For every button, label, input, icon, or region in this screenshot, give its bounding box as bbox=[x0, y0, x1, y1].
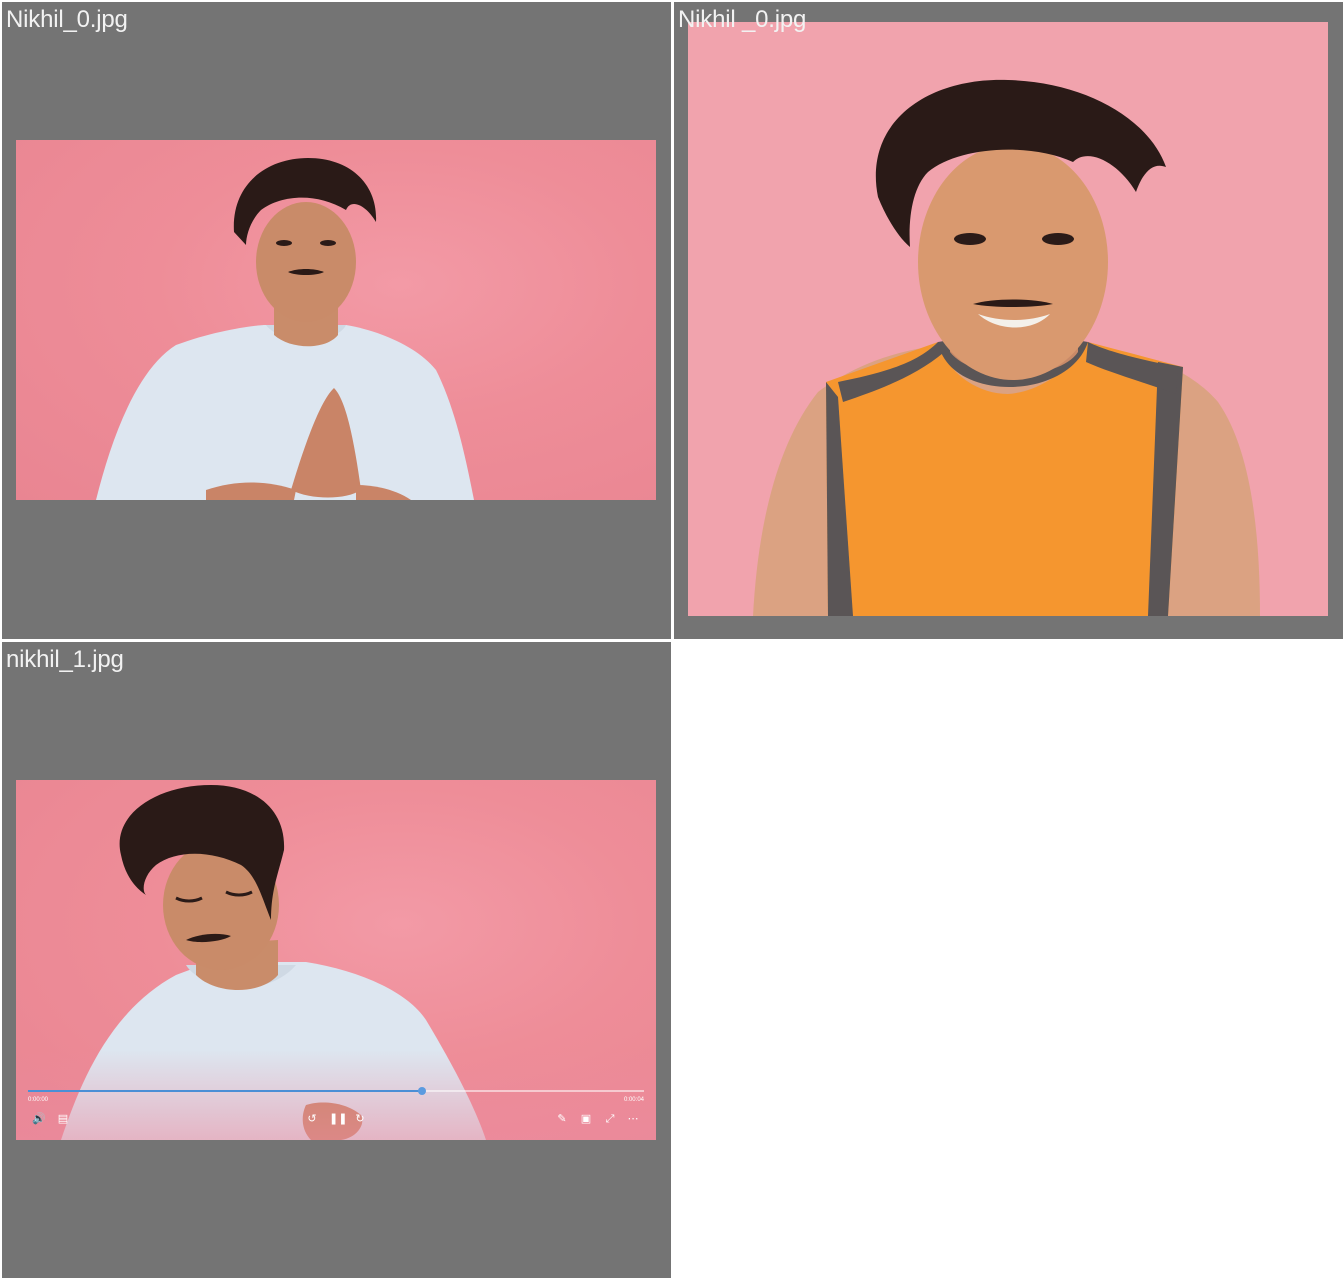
video-frame: 0:00:00 0:00:04 🔊 ▤ ↺ ❚❚ ↻ ✎ ▣ ⤢ ⋯ bbox=[16, 780, 656, 1140]
seek-bar-progress bbox=[28, 1090, 423, 1092]
forward-icon[interactable]: ↻ bbox=[353, 1112, 367, 1126]
captions-icon[interactable]: ▤ bbox=[56, 1112, 70, 1126]
fullscreen-icon[interactable]: ⤢ bbox=[603, 1112, 617, 1126]
total-time: 0:00:04 bbox=[623, 1097, 644, 1103]
image-caption: Nikhil _0.jpg bbox=[678, 6, 807, 33]
video-player-controls: 0:00:00 0:00:04 🔊 ▤ ↺ ❚❚ ↻ ✎ ▣ ⤢ ⋯ bbox=[16, 1050, 656, 1140]
more-icon[interactable]: ⋯ bbox=[626, 1112, 640, 1126]
photo-man-namaste bbox=[16, 140, 656, 500]
seek-bar[interactable] bbox=[28, 1087, 644, 1095]
person-illustration bbox=[753, 79, 1260, 616]
volume-icon[interactable]: 🔊 bbox=[32, 1112, 46, 1126]
photo-man-smiling bbox=[688, 22, 1328, 616]
pause-icon[interactable]: ❚❚ bbox=[329, 1112, 347, 1126]
image-tile-2[interactable]: Nikhil _0.jpg bbox=[674, 2, 1343, 639]
rewind-icon[interactable]: ↺ bbox=[305, 1112, 319, 1126]
edit-icon[interactable]: ✎ bbox=[555, 1112, 569, 1126]
current-time: 0:00:00 bbox=[28, 1097, 49, 1103]
person-illustration bbox=[96, 158, 474, 500]
image-caption: Nikhil_0.jpg bbox=[6, 6, 128, 33]
image-tile-3[interactable]: nikhil_1.jpg 0:00:00 0:00:04 🔊 ▤ ↺ ❚❚ ↻ … bbox=[2, 642, 671, 1278]
miniplayer-icon[interactable]: ▣ bbox=[579, 1112, 593, 1126]
seek-bar-handle[interactable] bbox=[418, 1087, 427, 1095]
image-tile-1[interactable]: Nikhil_0.jpg bbox=[2, 2, 671, 639]
image-caption: nikhil_1.jpg bbox=[6, 646, 124, 673]
